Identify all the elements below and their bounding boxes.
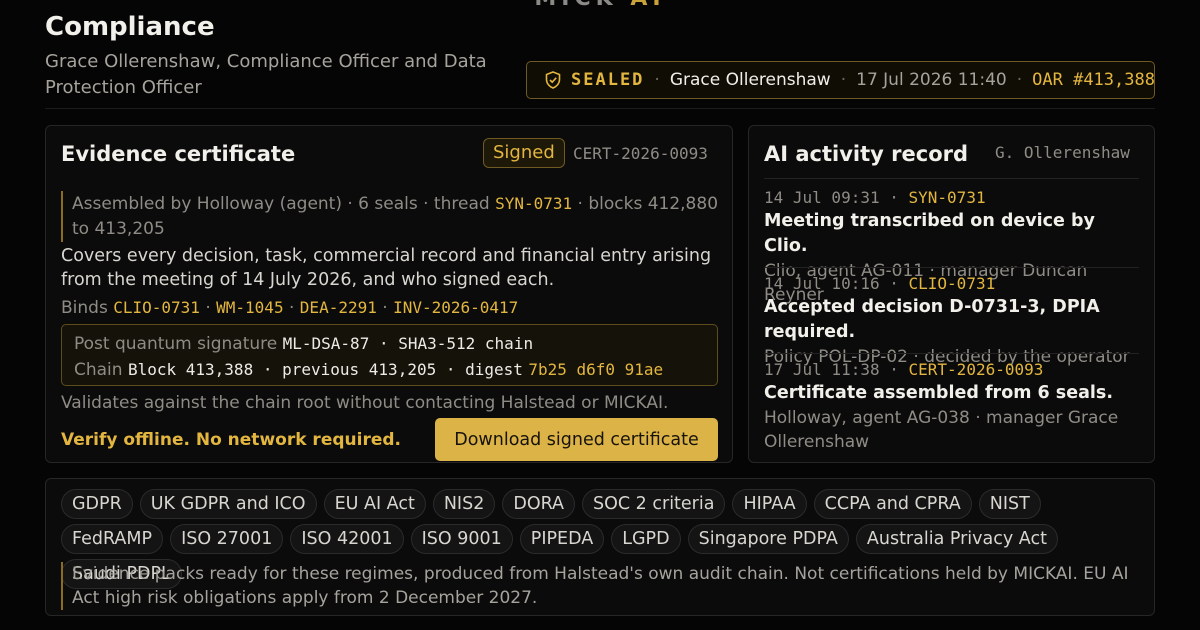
- regime-chip[interactable]: ISO 42001: [290, 524, 404, 554]
- digest-value: 7b25 d6f0 91ae: [528, 360, 664, 379]
- download-certificate-button[interactable]: Download signed certificate: [435, 418, 718, 461]
- shield-check-icon: [545, 71, 561, 89]
- ai-activity-card: AI activity record G. Ollerenshaw 14 Jul…: [748, 125, 1155, 463]
- seal-signer: Grace Ollerenshaw: [669, 70, 831, 90]
- regime-chip[interactable]: Australia Privacy Act: [855, 524, 1058, 554]
- chain-row: Chain Block 413,388 · previous 413,205 ·…: [74, 360, 664, 380]
- regimes-card: GDPR UK GDPR and ICO EU AI Act NIS2 DORA…: [45, 478, 1155, 616]
- chain-value: Block 413,388 · previous 413,205 · diges…: [127, 360, 523, 379]
- bind-link[interactable]: INV-2026-0417: [393, 298, 518, 317]
- activity-entry: 17 Jul 11:38 · CERT-2026-0093 Certificat…: [764, 360, 1119, 452]
- regime-chip[interactable]: DORA: [502, 489, 576, 519]
- page-title: Compliance: [45, 12, 215, 42]
- validation-note: Validates against the chain root without…: [61, 393, 669, 413]
- signature-box: Post quantum signature ML-DSA-87 · SHA3-…: [61, 324, 718, 386]
- ai-record-title: AI activity record: [764, 142, 969, 166]
- regimes-note: Evidence packs ready for these regimes, …: [61, 562, 1141, 610]
- binds-row: Binds CLIO-0731 · WM-1045 · DEA-2291 · I…: [61, 298, 519, 318]
- assembled-info: Assembled by Holloway (agent) · 6 seals …: [61, 191, 721, 242]
- seal-timestamp: 17 Jul 2026 11:40: [856, 70, 1007, 90]
- divider: [764, 267, 1139, 268]
- regime-chip[interactable]: GDPR: [61, 489, 133, 519]
- regime-chip[interactable]: LGPD: [611, 524, 681, 554]
- regime-chip[interactable]: ISO 9001: [410, 524, 513, 554]
- verify-offline-note: Verify offline. No network required.: [61, 430, 401, 450]
- regime-chip[interactable]: PIPEDA: [519, 524, 605, 554]
- regime-chip[interactable]: UK GDPR and ICO: [139, 489, 317, 519]
- bind-link[interactable]: CLIO-0731: [113, 298, 200, 317]
- page-subtitle: Grace Ollerenshaw, Compliance Officer an…: [45, 51, 487, 98]
- regime-chip[interactable]: SOC 2 criteria: [582, 489, 726, 519]
- ai-record-owner: G. Ollerenshaw: [995, 143, 1130, 162]
- regime-chip[interactable]: Singapore PDPA: [687, 524, 849, 554]
- certificate-id: CERT-2026-0093: [573, 144, 708, 163]
- certificate-description: Covers every decision, task, commercial …: [61, 246, 712, 290]
- bind-link[interactable]: WM-1045: [216, 298, 283, 317]
- thread-link[interactable]: SYN-0731: [495, 194, 572, 213]
- oar-number[interactable]: OAR #413,388: [1032, 70, 1155, 90]
- regime-chip[interactable]: NIS2: [432, 489, 496, 519]
- bind-link[interactable]: DEA-2291: [300, 298, 377, 317]
- regime-chip[interactable]: ISO 27001: [170, 524, 284, 554]
- regime-chip[interactable]: EU AI Act: [323, 489, 426, 519]
- divider: [764, 178, 1139, 179]
- certificate-title: Evidence certificate: [61, 142, 296, 166]
- signature-value: ML-DSA-87 · SHA3-512 chain: [282, 334, 534, 353]
- separator-dot: ·: [1016, 70, 1023, 90]
- regime-chip[interactable]: CCPA and CPRA: [813, 489, 972, 519]
- separator-dot: ·: [654, 70, 660, 90]
- signature-row: Post quantum signature ML-DSA-87 · SHA3-…: [74, 334, 534, 354]
- activity-ref-link[interactable]: SYN-0731: [909, 188, 986, 207]
- regime-chip[interactable]: FedRAMP: [61, 524, 164, 554]
- seal-status-bar: SEALED · Grace Ollerenshaw · 17 Jul 2026…: [526, 61, 1155, 99]
- activity-entry: 14 Jul 10:16 · CLIO-0731 Accepted decisi…: [764, 274, 1130, 367]
- signed-badge: Signed: [483, 138, 565, 168]
- seal-status: SEALED: [571, 70, 645, 90]
- regime-chip[interactable]: HIPAA: [732, 489, 807, 519]
- regime-chip[interactable]: NIST: [978, 489, 1041, 519]
- header-divider: [45, 108, 1155, 109]
- separator-dot: ·: [840, 70, 847, 90]
- brand-logo: MICK AI: [0, 0, 1200, 11]
- activity-ref-link[interactable]: CLIO-0731: [909, 274, 996, 293]
- evidence-certificate-card: Evidence certificate Signed CERT-2026-00…: [45, 125, 733, 463]
- divider: [764, 353, 1139, 354]
- activity-ref-link[interactable]: CERT-2026-0093: [909, 360, 1044, 379]
